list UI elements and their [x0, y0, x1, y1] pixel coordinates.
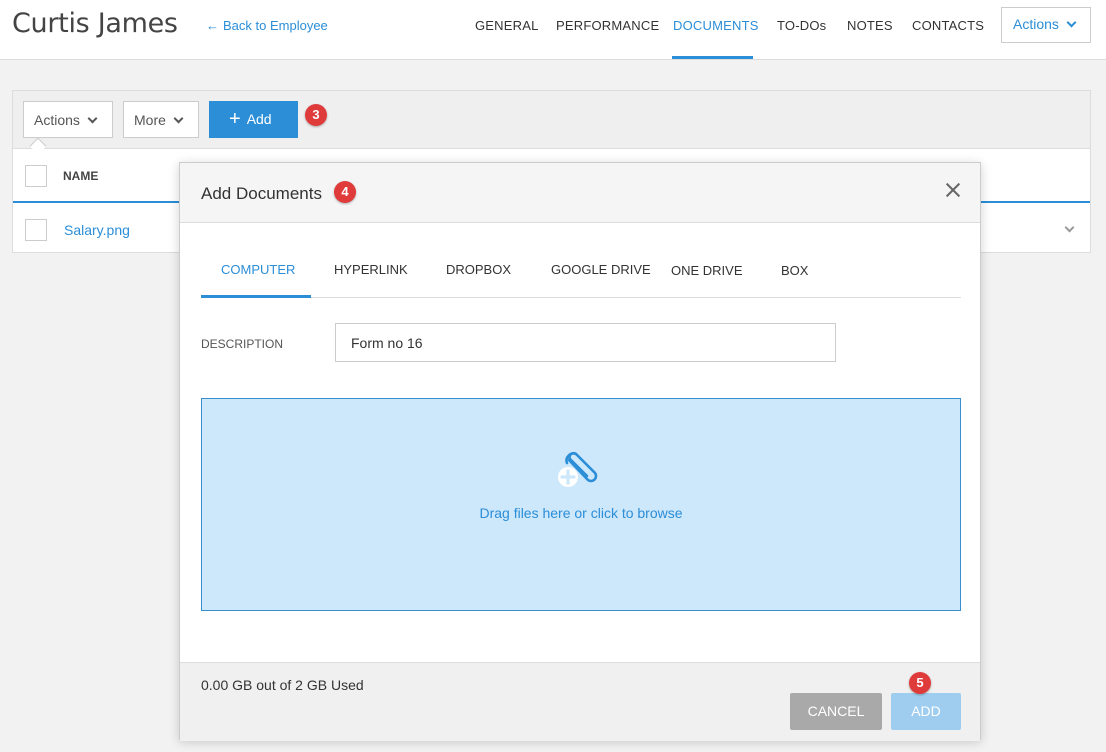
chevron-down-icon: [1064, 222, 1075, 233]
back-to-employee-link[interactable]: ← Back to Employee: [206, 18, 328, 33]
modal-footer: 0.00 GB out of 2 GB Used CANCEL ADD 5: [180, 662, 980, 741]
active-tab-indicator: [201, 295, 311, 298]
header-actions-label: Actions: [1013, 16, 1059, 32]
tab-dropbox[interactable]: DROPBOX: [446, 262, 511, 277]
modal-title: Add Documents: [201, 184, 322, 203]
nav-todos[interactable]: TO-DOs: [777, 18, 826, 33]
storage-usage: 0.00 GB out of 2 GB Used: [201, 677, 364, 693]
add-button[interactable]: ADD: [891, 693, 961, 730]
actions-label: Actions: [34, 112, 80, 128]
row-expand-chevron[interactable]: [1057, 221, 1075, 239]
add-documents-modal: Add Documents 4 COMPUTER HYPERLINK DROPB…: [179, 162, 981, 741]
chevron-down-icon: [87, 113, 98, 124]
nav-documents[interactable]: DOCUMENTS: [673, 18, 759, 33]
add-document-button[interactable]: + Add: [209, 101, 298, 138]
close-icon[interactable]: [944, 181, 962, 199]
chevron-down-icon: [1066, 17, 1077, 28]
step-badge-3: 3: [305, 104, 327, 126]
nav-performance[interactable]: PERFORMANCE: [556, 18, 659, 33]
file-link[interactable]: Salary.png: [64, 222, 130, 238]
step-badge-5: 5: [909, 672, 931, 694]
dropzone-text: Drag files here or click to browse: [479, 505, 683, 521]
actions-dropdown[interactable]: Actions: [23, 101, 113, 138]
active-nav-indicator: [672, 56, 753, 59]
documents-toolbar: Actions More + Add 3: [13, 91, 1090, 149]
tab-hyperlink[interactable]: HYPERLINK: [334, 262, 408, 277]
select-all-checkbox[interactable]: [25, 165, 47, 187]
cancel-button[interactable]: CANCEL: [790, 693, 882, 730]
tab-box[interactable]: BOX: [781, 263, 808, 278]
plus-icon: +: [229, 108, 241, 130]
tab-google-drive[interactable]: GOOGLE DRIVE: [551, 262, 651, 277]
row-checkbox[interactable]: [25, 219, 47, 241]
modal-header: Add Documents 4: [180, 163, 980, 223]
file-dropzone[interactable]: Drag files here or click to browse: [201, 398, 961, 611]
paperclip-add-icon: [558, 451, 598, 487]
employee-name: Curtis James: [12, 8, 178, 39]
source-tabs: COMPUTER HYPERLINK DROPBOX GOOGLE DRIVE …: [201, 251, 961, 298]
header-actions-dropdown[interactable]: Actions: [1001, 7, 1091, 43]
nav-contacts[interactable]: CONTACTS: [912, 18, 984, 33]
arrow-left-icon: ←: [206, 18, 219, 33]
description-label: DESCRIPTION: [201, 337, 284, 351]
chevron-down-icon: [173, 113, 184, 124]
add-label: Add: [246, 111, 272, 127]
more-label: More: [134, 112, 166, 128]
back-to-employee-label: Back to Employee: [223, 18, 328, 33]
nav-notes[interactable]: NOTES: [847, 18, 893, 33]
more-dropdown[interactable]: More: [123, 101, 199, 138]
column-header-name: NAME: [63, 169, 99, 183]
nav-general[interactable]: GENERAL: [475, 18, 539, 33]
description-input[interactable]: [335, 323, 836, 362]
top-header: Curtis James ← Back to Employee GENERAL P…: [0, 0, 1106, 60]
tab-one-drive[interactable]: ONE DRIVE: [671, 263, 743, 278]
tab-computer[interactable]: COMPUTER: [221, 262, 295, 277]
step-badge-4: 4: [334, 181, 356, 203]
